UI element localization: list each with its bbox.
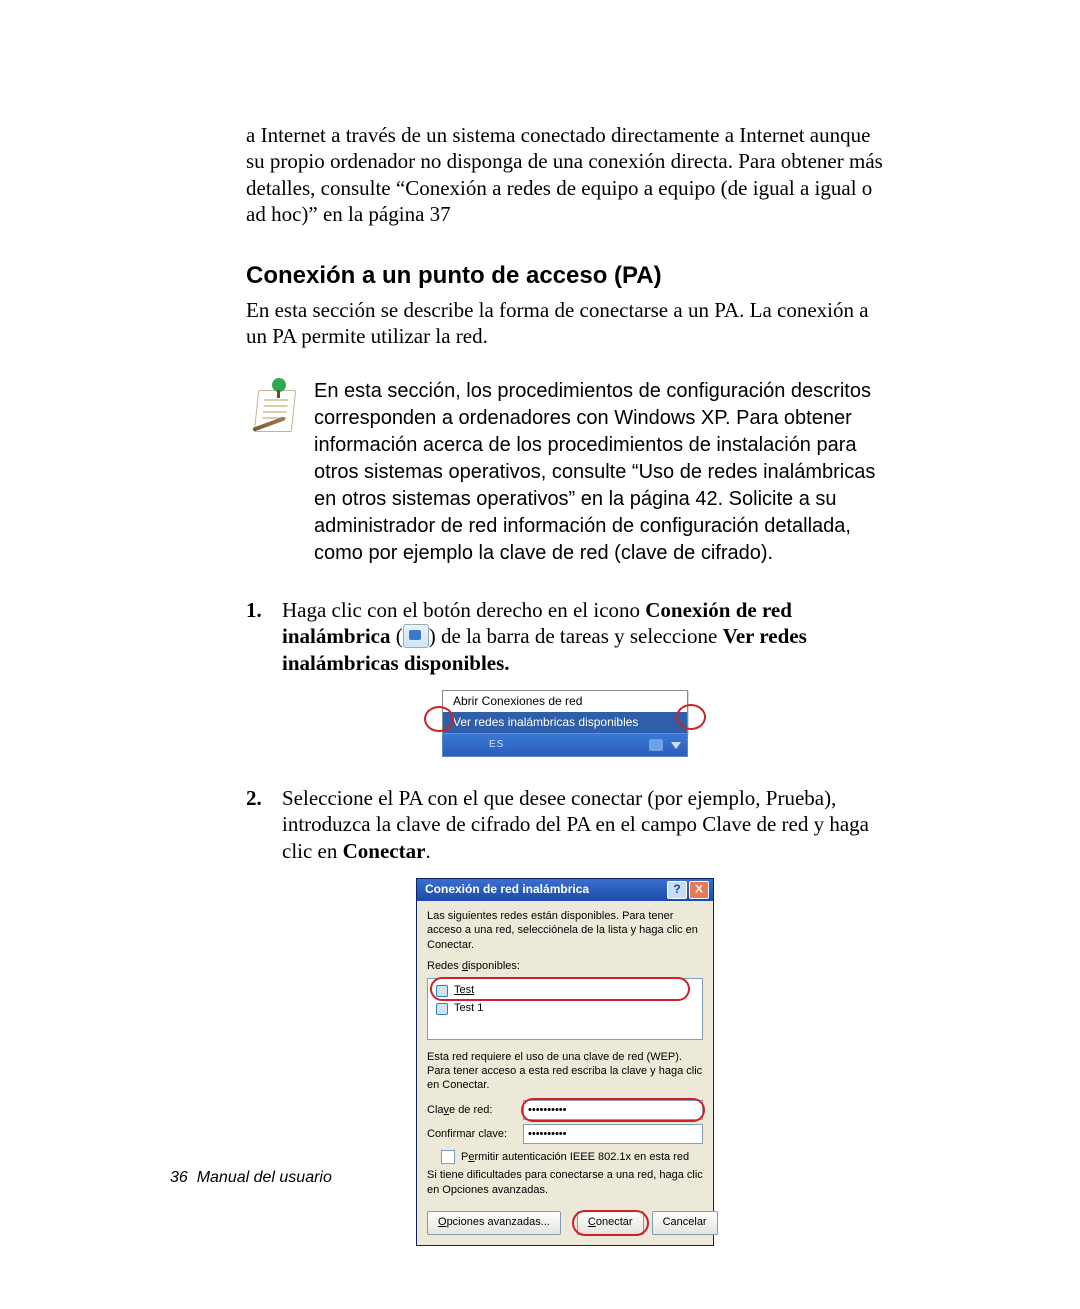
trouble-note: Si tiene dificultades para conectarse a …	[427, 1168, 703, 1197]
network-icon	[436, 1003, 448, 1015]
cancel-button[interactable]: Cancelar	[652, 1211, 718, 1235]
text: ) de la barra de tareas y seleccione	[429, 624, 723, 648]
heading-paragraph: En esta sección se describe la forma de …	[246, 297, 884, 350]
ordered-steps: 1. Haga clic con el botón derecho en el …	[246, 597, 884, 1247]
page-footer: 36 Manual del usuario	[170, 1168, 332, 1188]
content-area: a Internet a través de un sistema conect…	[246, 122, 884, 1246]
close-icon: X	[695, 883, 703, 897]
button-label: pciones avanzadas...	[447, 1216, 550, 1230]
text: Redes	[427, 960, 462, 972]
advanced-options-button[interactable]: Opciones avanzadas...	[427, 1211, 561, 1235]
network-key-input[interactable]: ••••••••••	[523, 1100, 703, 1120]
text: (	[391, 624, 403, 648]
confirm-label: Confirmar clave:	[427, 1128, 523, 1142]
figure-dialog: Conexión de red inalámbrica ? X Las sigu…	[246, 878, 884, 1246]
tray-icon	[649, 739, 663, 751]
section-heading: Conexión a un punto de acceso (PA)	[246, 261, 884, 291]
dialog-titlebar: Conexión de red inalámbrica ? X	[417, 879, 713, 901]
text: rmitir autenticación IEEE 802.1x en esta…	[474, 1151, 689, 1163]
confirm-row: Confirmar clave: ••••••••••	[427, 1124, 703, 1144]
button-row: Opciones avanzadas... Conectar Cancelar	[427, 1211, 703, 1235]
step-1: 1. Haga clic con el botón derecho en el …	[246, 597, 884, 677]
step-body: Seleccione el PA con el que desee conect…	[282, 785, 884, 864]
menu-item-open-connections[interactable]: Abrir Conexiones de red	[443, 691, 687, 712]
tray-expand-icon	[671, 742, 681, 749]
step-number: 2.	[246, 785, 282, 864]
masked-value: ••••••••••	[528, 1128, 567, 1142]
dialog-title: Conexión de red inalámbrica	[421, 882, 665, 897]
callout-ellipse-icon	[430, 977, 690, 1001]
language-indicator: ES	[489, 739, 504, 752]
networks-listbox[interactable]: Test Test 1	[427, 978, 703, 1040]
connect-button[interactable]: Conectar	[577, 1211, 644, 1235]
page-number: 36	[170, 1169, 188, 1186]
note-icon	[246, 378, 302, 434]
text: Haga clic con el botón derecho en el ico…	[282, 598, 645, 622]
figure-context-menu: Abrir Conexiones de red Ver redes inalám…	[246, 690, 884, 757]
wireless-connection-dialog: Conexión de red inalámbrica ? X Las sigu…	[416, 878, 714, 1246]
button-label: Cancelar	[663, 1216, 707, 1230]
intro-paragraph: a Internet a través de un sistema conect…	[246, 122, 884, 227]
text: e de red:	[449, 1104, 492, 1116]
network-name: Test 1	[454, 1002, 483, 1016]
bold-text: Conectar	[343, 839, 426, 863]
network-item-test1[interactable]: Test 1	[432, 1000, 698, 1018]
wireless-tray-icon	[403, 624, 429, 648]
accelerator: O	[438, 1216, 447, 1230]
callout-ellipse-icon	[572, 1210, 649, 1236]
wep-note: Esta red requiere el uso de una clave de…	[427, 1050, 703, 1093]
callout-ellipse-icon	[676, 704, 706, 730]
close-button[interactable]: X	[689, 881, 709, 899]
help-button[interactable]: ?	[667, 881, 687, 899]
dialog-body: Las siguientes redes están disponibles. …	[417, 901, 713, 1245]
confirm-key-input[interactable]: ••••••••••	[523, 1124, 703, 1144]
footer-title: Manual del usuario	[197, 1169, 332, 1186]
text: .	[425, 839, 430, 863]
key-label: Clave de red:	[427, 1104, 523, 1118]
ieee-checkbox[interactable]	[441, 1150, 455, 1164]
key-row: Clave de red: ••••••••••	[427, 1100, 703, 1120]
menu-item-view-networks[interactable]: Ver redes inalámbricas disponibles	[443, 712, 687, 733]
text: Cla	[427, 1104, 444, 1116]
taskbar: ES	[442, 734, 688, 757]
ieee-row: Permitir autenticación IEEE 802.1x en es…	[441, 1150, 703, 1164]
note-text: En esta sección, los procedimientos de c…	[314, 378, 884, 567]
document-page: a Internet a través de un sistema conect…	[0, 0, 1080, 1309]
dialog-intro: Las siguientes redes están disponibles. …	[427, 909, 703, 952]
context-menu: Abrir Conexiones de red Ver redes inalám…	[442, 690, 688, 734]
note-block: En esta sección, los procedimientos de c…	[246, 378, 884, 567]
step-2: 2. Seleccione el PA con el que desee con…	[246, 785, 884, 864]
text: isponibles:	[468, 960, 520, 972]
masked-value: ••••••••••	[528, 1104, 567, 1118]
ieee-label: Permitir autenticación IEEE 802.1x en es…	[461, 1151, 689, 1165]
step-body: Haga clic con el botón derecho en el ico…	[282, 597, 884, 677]
callout-ellipse-icon	[424, 706, 454, 732]
available-networks-label: Redes disponibles:	[427, 960, 703, 974]
step-number: 1.	[246, 597, 282, 677]
